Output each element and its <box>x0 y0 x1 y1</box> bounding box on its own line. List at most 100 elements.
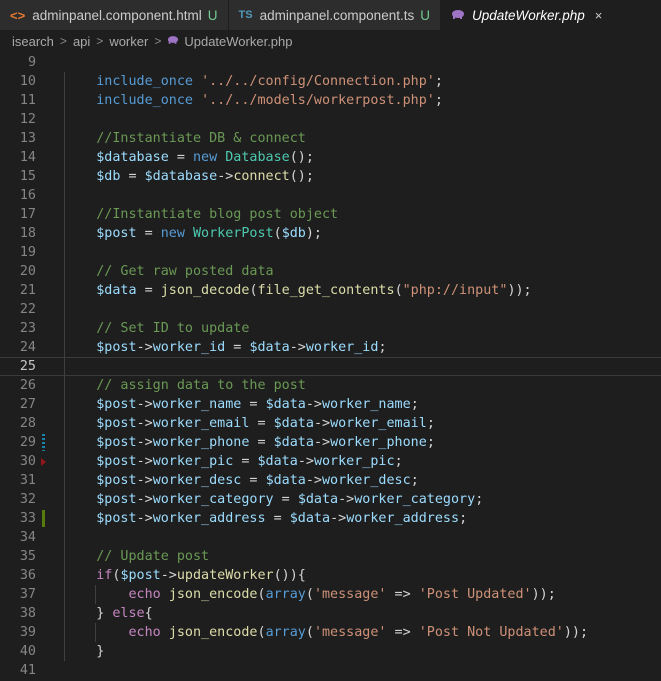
code-token: ; <box>410 397 419 412</box>
code-line[interactable]: 16 <box>0 186 661 205</box>
code-token: if <box>96 568 113 583</box>
code-line[interactable]: 20 // Get raw posted data <box>0 262 661 281</box>
code-line[interactable]: 14 $database = new Database(); <box>0 148 661 167</box>
indent-guide <box>64 300 65 319</box>
code-line[interactable]: 24 $post->worker_id = $data->worker_id; <box>0 338 661 357</box>
close-icon[interactable]: × <box>595 8 603 23</box>
code-line[interactable]: 36 if($post->updateWorker()){ <box>0 566 661 585</box>
breadcrumb-item-worker[interactable]: worker <box>109 34 148 49</box>
code-token: echo <box>128 587 161 602</box>
code-token: worker_desc <box>322 473 411 488</box>
code-token: -> <box>136 416 153 431</box>
code-token: $post <box>96 435 137 450</box>
code-line[interactable]: 17 //Instantiate blog post object <box>0 205 661 224</box>
code-line[interactable]: 12 <box>0 110 661 129</box>
line-number: 30 <box>19 454 36 469</box>
code-token: ); <box>305 226 322 241</box>
code-text: $post->worker_address = $data->worker_ad… <box>64 509 467 528</box>
code-text: $data = json_decode(file_get_contents("p… <box>64 281 531 300</box>
code-line[interactable]: 37 echo json_encode(array('message' => '… <box>0 585 661 604</box>
code-text: $post->worker_name = $data->worker_name; <box>64 395 419 414</box>
line-number: 18 <box>19 226 36 241</box>
code-token: worker_email <box>330 416 427 431</box>
code-token: ; <box>459 511 468 526</box>
code-line[interactable]: 25 <box>0 357 661 376</box>
line-number: 41 <box>19 663 36 678</box>
code-line[interactable]: 33 $post->worker_address = $data->worker… <box>0 509 661 528</box>
code-token: 'Post Updated' <box>418 587 532 602</box>
code-editor[interactable]: 9 10 include_once '../../config/Connectio… <box>0 53 661 681</box>
code-token: else <box>112 606 145 621</box>
modified-line-marker[interactable] <box>42 434 45 451</box>
line-number: 20 <box>19 264 36 279</box>
code-token: //Instantiate blog post object <box>96 207 339 222</box>
deleted-line-marker[interactable] <box>41 458 46 466</box>
code-line[interactable]: 11 include_once '../../models/workerpost… <box>0 91 661 110</box>
code-token: -> <box>330 511 347 526</box>
code-line[interactable]: 40 } <box>0 642 661 661</box>
code-token: ( <box>257 587 266 602</box>
code-token: ( <box>249 283 258 298</box>
code-line[interactable]: 27 $post->worker_name = $data->worker_na… <box>0 395 661 414</box>
code-line[interactable]: 28 $post->worker_email = $data->worker_e… <box>0 414 661 433</box>
breadcrumb: isearch > api > worker > UpdateWorker.ph… <box>0 30 661 52</box>
line-number: 22 <box>19 302 36 317</box>
code-token: $database <box>96 150 169 165</box>
code-token: (); <box>289 169 314 184</box>
line-number: 9 <box>27 55 36 70</box>
line-number: 40 <box>19 644 36 659</box>
tab-adminpanel-ts[interactable]: TS adminpanel.component.ts U <box>228 0 441 30</box>
code-token: = <box>273 492 298 507</box>
code-token: worker_pic <box>313 454 395 469</box>
code-line[interactable]: 10 include_once '../../config/Connection… <box>0 72 661 91</box>
breadcrumb-item-file[interactable]: UpdateWorker.php <box>184 34 292 49</box>
breadcrumb-item-isearch[interactable]: isearch <box>12 34 54 49</box>
chevron-right-icon: > <box>154 34 162 48</box>
code-token: ( <box>305 625 314 640</box>
code-line[interactable]: 35 // Update post <box>0 547 661 566</box>
code-line[interactable]: 39 echo json_encode(array('message' => '… <box>0 623 661 642</box>
code-line[interactable]: 13 //Instantiate DB & connect <box>0 129 661 148</box>
code-line[interactable]: 30 $post->worker_pic = $data->worker_pic… <box>0 452 661 471</box>
code-line[interactable]: 9 <box>0 53 661 72</box>
code-line[interactable]: 38 } else{ <box>0 604 661 623</box>
code-token: new <box>193 150 218 165</box>
code-token: $post <box>96 340 137 355</box>
line-number: 11 <box>19 93 36 108</box>
tab-adminpanel-html[interactable]: <> adminpanel.component.html U <box>0 0 229 30</box>
code-line[interactable]: 32 $post->worker_category = $data->worke… <box>0 490 661 509</box>
code-token: $post <box>96 454 137 469</box>
code-token: '../../models/workerpost.php' <box>201 93 435 108</box>
tab-updateworker-php[interactable]: UpdateWorker.php × <box>440 0 661 30</box>
code-line[interactable]: 23 // Set ID to update <box>0 319 661 338</box>
code-token: ( <box>257 625 266 640</box>
code-text: $post->worker_desc = $data->worker_desc; <box>64 471 419 490</box>
code-line[interactable]: 26 // assign data to the post <box>0 376 661 395</box>
code-line[interactable]: 18 $post = new WorkerPost($db); <box>0 224 661 243</box>
code-line[interactable]: 21 $data = json_decode(file_get_contents… <box>0 281 661 300</box>
code-token: ; <box>426 435 435 450</box>
code-token: $data <box>273 435 314 450</box>
code-line[interactable]: 34 <box>0 528 661 547</box>
code-token: => <box>386 587 419 602</box>
code-line[interactable]: 41 <box>0 661 661 680</box>
code-line[interactable]: 19 <box>0 243 661 262</box>
code-token: -> <box>313 416 331 431</box>
code-line[interactable]: 31 $post->worker_desc = $data->worker_de… <box>0 471 661 490</box>
code-text: echo json_encode(array('message' => 'Pos… <box>64 585 556 604</box>
line-number: 15 <box>19 169 36 184</box>
line-number: 38 <box>19 606 36 621</box>
line-number: 29 <box>19 435 36 450</box>
breadcrumb-item-api[interactable]: api <box>73 34 90 49</box>
code-token: worker_category <box>152 492 274 507</box>
code-token: $post <box>96 416 137 431</box>
code-token: ()){ <box>273 568 306 583</box>
code-text: echo json_encode(array('message' => 'Pos… <box>64 623 589 642</box>
code-line[interactable]: 22 <box>0 300 661 319</box>
code-line[interactable]: 29 $post->worker_phone = $data->worker_p… <box>0 433 661 452</box>
code-line[interactable]: 15 $db = $database->connect(); <box>0 167 661 186</box>
indent-guide <box>64 110 65 129</box>
added-line-marker[interactable] <box>42 510 45 527</box>
